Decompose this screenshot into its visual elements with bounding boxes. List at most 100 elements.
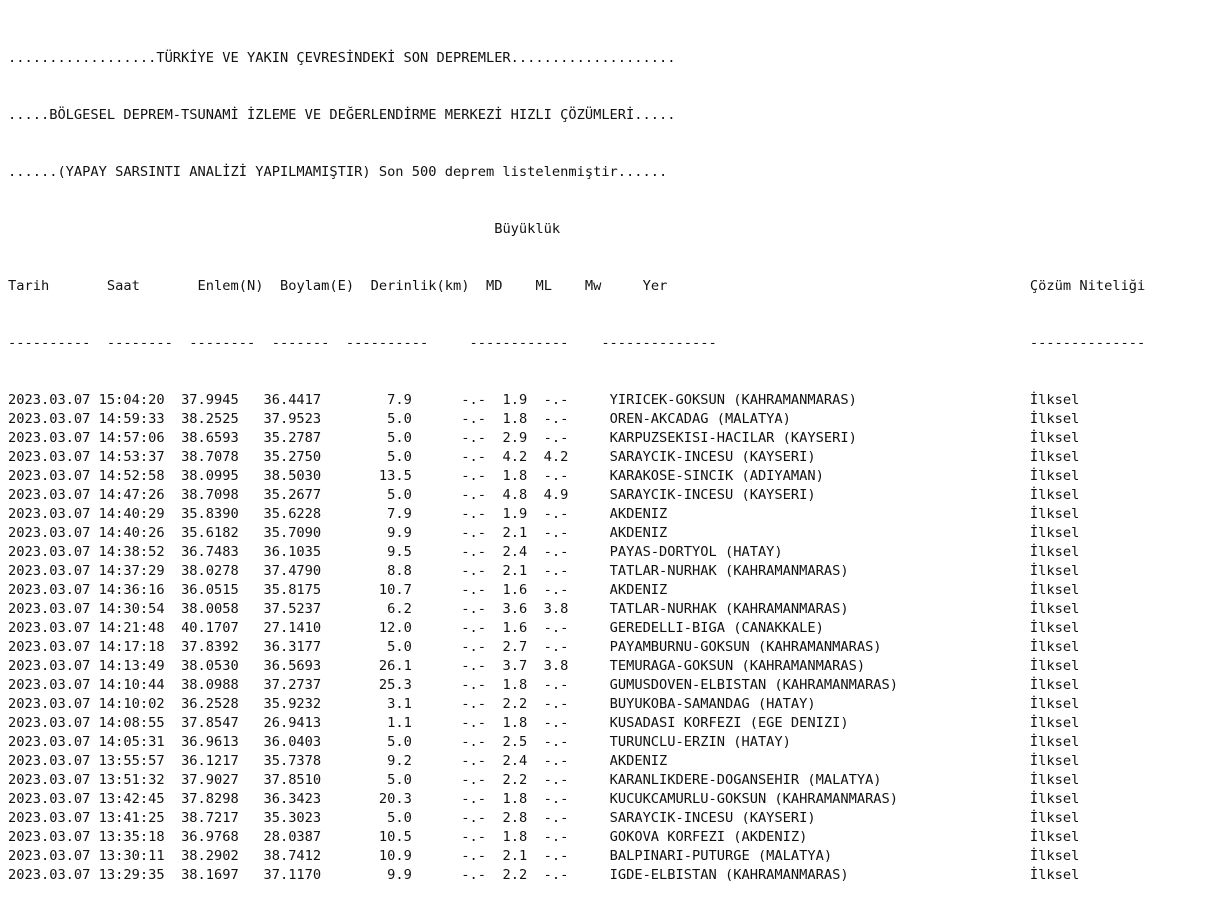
column-header-row: Tarih Saat Enlem(N) Boylam(E) Derinlik(k… [8,277,1145,296]
cell-quality: İlksel [1013,848,1080,864]
cell-time: 14:52:58 [98,468,182,484]
cell-quality: İlksel [1013,753,1080,769]
table-row: 2023.03.07 13:30:11 38.2902 38.7412 10.9… [8,847,1145,866]
cell-time: 14:36:16 [98,582,182,598]
cell-quality: İlksel [1013,715,1080,731]
cell-mw: -.- [543,677,610,693]
cell-depth: 5.0 [354,430,462,446]
cell-quality: İlksel [1013,601,1080,617]
cell-time: 14:08:55 [98,715,182,731]
table-row: 2023.03.07 14:21:48 40.1707 27.1410 12.0… [8,619,1145,638]
cell-lat: 37.9945 [181,392,264,408]
cell-date: 2023.03.07 [8,734,99,750]
cell-mw: 4.2 [543,449,610,465]
cell-place: AKDENIZ [609,525,1014,541]
cell-lon: 36.4417 [263,392,355,408]
cell-mw: -.- [543,791,610,807]
cell-mw: -.- [543,430,610,446]
cell-quality: İlksel [1013,487,1080,503]
table-row: 2023.03.07 14:57:06 38.6593 35.2787 5.0 … [8,429,1145,448]
cell-lon: 38.5030 [263,468,355,484]
cell-md: -.- [461,715,503,731]
table-row: 2023.03.07 14:17:18 37.8392 36.3177 5.0 … [8,638,1145,657]
table-row: 2023.03.07 14:53:37 38.7078 35.2750 5.0 … [8,448,1145,467]
cell-quality: İlksel [1013,392,1080,408]
table-row: 2023.03.07 13:41:25 38.7217 35.3023 5.0 … [8,809,1145,828]
cell-place: SARAYCIK-INCESU (KAYSERI) [609,810,1014,826]
cell-date: 2023.03.07 [8,848,99,864]
cell-date: 2023.03.07 [8,582,99,598]
cell-ml: 1.9 [502,392,544,408]
cell-md: -.- [461,620,503,636]
cell-depth: 3.1 [354,696,462,712]
cell-time: 14:47:26 [98,487,182,503]
cell-lon: 35.8175 [263,582,355,598]
cell-place: KUCUKCAMURLU-GOKSUN (KAHRAMANMARAS) [609,791,1014,807]
cell-mw: 3.8 [543,658,610,674]
cell-depth: 10.9 [354,848,462,864]
cell-mw: -.- [543,639,610,655]
cell-date: 2023.03.07 [8,430,99,446]
cell-lon: 35.2677 [263,487,355,503]
cell-time: 13:35:18 [98,829,182,845]
cell-mw: 4.9 [543,487,610,503]
cell-lon: 36.0403 [263,734,355,750]
cell-place: KUSADASI KORFEZI (EGE DENIZI) [609,715,1014,731]
cell-ml: 2.1 [502,525,544,541]
cell-quality: İlksel [1013,563,1080,579]
cell-place: GEREDELLI-BIGA (CANAKKALE) [609,620,1014,636]
cell-ml: 2.1 [502,848,544,864]
cell-quality: İlksel [1013,696,1080,712]
cell-lon: 28.0387 [263,829,355,845]
cell-mw: -.- [543,468,610,484]
cell-place: SARAYCIK-INCESU (KAYSERI) [609,449,1014,465]
cell-time: 14:37:29 [98,563,182,579]
cell-time: 14:53:37 [98,449,182,465]
cell-md: -.- [461,525,503,541]
cell-time: 14:57:06 [98,430,182,446]
cell-depth: 5.0 [354,639,462,655]
cell-date: 2023.03.07 [8,449,99,465]
col-quality-header: Çözüm Niteliği [1029,278,1146,294]
cell-lat: 38.2902 [181,848,264,864]
cell-ml: 4.8 [502,487,544,503]
table-row: 2023.03.07 14:30:54 38.0058 37.5237 6.2 … [8,600,1145,619]
cell-time: 14:10:02 [98,696,182,712]
cell-place: GUMUSDOVEN-ELBISTAN (KAHRAMANMARAS) [609,677,1014,693]
table-row: 2023.03.07 14:47:26 38.7098 35.2677 5.0 … [8,486,1145,505]
cell-ml: 2.5 [502,734,544,750]
cell-ml: 1.8 [502,677,544,693]
cell-lon: 37.1170 [263,867,355,883]
cell-ml: 3.7 [502,658,544,674]
cell-md: -.- [461,392,503,408]
cell-depth: 5.0 [354,810,462,826]
col-place-header: Yer [642,278,668,294]
cell-md: -.- [461,411,503,427]
cell-date: 2023.03.07 [8,620,99,636]
cell-place: TATLAR-NURHAK (KAHRAMANMARAS) [609,563,1014,579]
cell-ml: 1.8 [502,468,544,484]
cell-md: -.- [461,810,503,826]
cell-ml: 1.6 [502,620,544,636]
table-row: 2023.03.07 13:51:32 37.9027 37.8510 5.0 … [8,771,1145,790]
cell-time: 14:38:52 [98,544,182,560]
table-row: 2023.03.07 14:10:44 38.0988 37.2737 25.3… [8,676,1145,695]
cell-depth: 9.9 [354,867,462,883]
cell-lon: 35.9232 [263,696,355,712]
cell-ml: 2.2 [502,696,544,712]
cell-time: 14:17:18 [98,639,182,655]
cell-quality: İlksel [1013,449,1080,465]
cell-depth: 9.2 [354,753,462,769]
cell-lon: 36.5693 [263,658,355,674]
cell-lat: 36.7483 [181,544,264,560]
cell-md: -.- [461,696,503,712]
cell-depth: 13.5 [354,468,462,484]
cell-place: AKDENIZ [609,506,1014,522]
cell-lat: 36.1217 [181,753,264,769]
cell-lon: 35.2787 [263,430,355,446]
cell-lon: 26.9413 [263,715,355,731]
cell-lat: 36.2528 [181,696,264,712]
cell-date: 2023.03.07 [8,753,99,769]
cell-md: -.- [461,582,503,598]
header-note-line: ......(YAPAY SARSINTI ANALİZİ YAPILMAMIŞ… [8,164,668,180]
